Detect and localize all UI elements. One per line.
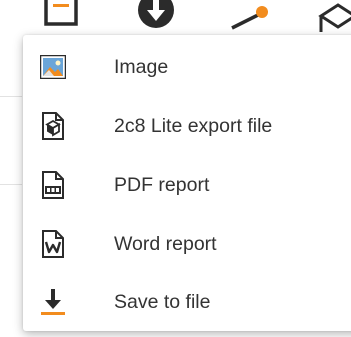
menu-item-word-report[interactable]: Word report bbox=[23, 215, 351, 273]
menu-item-2c8-lite-export[interactable]: 2c8 Lite export file bbox=[23, 97, 351, 155]
menu-item-image[interactable]: Image bbox=[23, 38, 351, 96]
toolbar bbox=[0, 0, 351, 40]
save-download-icon bbox=[40, 289, 66, 315]
download-circle-icon[interactable] bbox=[136, 0, 176, 35]
document-icon[interactable] bbox=[44, 0, 78, 31]
menu-item-label: 2c8 Lite export file bbox=[114, 114, 273, 137]
export-menu-screen: Image 2c8 Lite export file PDF report Wo… bbox=[0, 0, 351, 337]
cube-file-icon bbox=[40, 112, 66, 140]
menu-item-pdf-report[interactable]: PDF report bbox=[23, 156, 351, 214]
menu-item-label: Word report bbox=[114, 232, 217, 255]
word-file-icon bbox=[40, 230, 66, 258]
pdf-file-icon bbox=[40, 171, 66, 199]
divider bbox=[0, 96, 22, 97]
menu-item-label: PDF report bbox=[114, 173, 210, 196]
image-icon bbox=[40, 54, 66, 80]
menu-item-label: Image bbox=[114, 55, 169, 78]
menu-item-label: Save to file bbox=[114, 290, 211, 313]
node-link-icon[interactable] bbox=[228, 0, 270, 37]
export-dropdown-menu: Image 2c8 Lite export file PDF report Wo… bbox=[23, 35, 351, 331]
box-icon[interactable] bbox=[318, 0, 351, 37]
divider bbox=[0, 184, 22, 185]
menu-item-save-to-file[interactable]: Save to file bbox=[23, 273, 351, 331]
